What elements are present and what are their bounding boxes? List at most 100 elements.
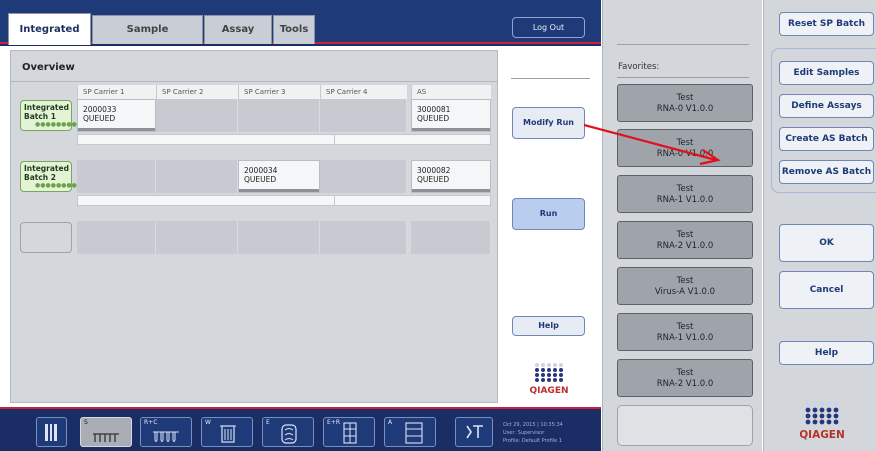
batch-label-line1: Integrated <box>24 164 69 173</box>
as-status: QUEUED <box>417 114 450 123</box>
favorite-line1: Test <box>676 138 694 148</box>
column-header-sp-carrier-3: SP Carrier 3 <box>238 85 320 99</box>
batch-2-as[interactable]: 3000082 QUEUED <box>411 160 491 193</box>
qiagen-logo: QIAGEN <box>529 363 569 396</box>
favorite-item[interactable]: Test Virus-A V1.0.0 <box>617 267 753 305</box>
top-bar: Integrated Run Sample Preparation Assay … <box>0 0 601 67</box>
favorite-line2: Virus-A V1.0.0 <box>654 287 716 297</box>
integrated-run-view: Overview SP Carrier 1 SP Carrier 2 SP Ca… <box>0 46 601 407</box>
divider <box>511 78 590 79</box>
batch-options-panel: Reset SP Batch Edit Samples Define Assay… <box>763 0 876 451</box>
favorite-line1: Test <box>676 368 694 378</box>
favorite-line1: Test <box>676 276 694 286</box>
favorite-line2: RNA-1 V1.0.0 <box>656 333 714 343</box>
as-id: 3000082 <box>417 166 451 175</box>
batch-1-sp-carrier-3[interactable] <box>238 99 320 132</box>
qiagen-wordmark: QIAGEN <box>800 429 845 441</box>
favorite-line2: RNA-0 V1.0.0 <box>656 104 714 114</box>
tab-integrated-run[interactable]: Integrated Run <box>8 13 91 67</box>
progress-bar <box>412 189 490 192</box>
waste-bin-icon[interactable]: W <box>201 417 253 447</box>
favorites-label: Favorites: <box>618 62 660 72</box>
batch-1-as[interactable]: 3000081 QUEUED <box>411 99 491 132</box>
bottom-toolbar: S R+C W E E+R A Oct 29, 2015 | 10:35:34 <box>0 407 601 451</box>
favorite-item[interactable]: Test RNA-1 V1.0.0 <box>617 175 753 213</box>
empty-sp-carrier-2[interactable] <box>156 221 238 254</box>
column-header-as: AS <box>411 85 491 99</box>
favorite-line1: Test <box>676 184 694 194</box>
favorite-item[interactable]: Test RNA-2 V1.0.0 <box>617 221 753 259</box>
batch-label-line2: Batch 2 <box>24 173 56 182</box>
batch-2-sp-carrier-4[interactable] <box>320 160 407 193</box>
empty-sp-carrier-1[interactable] <box>77 221 156 254</box>
favorite-line2: RNA-0 V1.0.0 <box>656 149 714 159</box>
batch-1-sp-carrier-1[interactable]: 2000033 QUEUED <box>77 99 156 132</box>
eluate-reagent-icon[interactable]: E+R <box>323 417 375 447</box>
tab-sample-preparation[interactable]: Sample Preparation <box>92 15 203 63</box>
favorite-item[interactable]: Test RNA-2 V1.0.0 <box>617 359 753 397</box>
modify-run-button[interactable]: Modify Run <box>512 107 585 139</box>
batch-status-dots: ●●●●●●●● <box>35 182 77 189</box>
batch-1-progress-strip <box>77 134 491 145</box>
status-info: Oct 29, 2015 | 10:35:34 User: Supervisor… <box>503 421 563 445</box>
status-profile: Profile: Default Profile 1 <box>503 438 562 444</box>
overview-title: Overview <box>22 62 75 73</box>
tab-tools[interactable]: Tools <box>273 15 315 44</box>
batch-1-label[interactable]: Integrated Batch 1 ●●●●●●●● <box>20 100 77 131</box>
tab-assay-setup[interactable]: Assay Setup <box>204 15 272 63</box>
column-header-sp-carrier-1: SP Carrier 1 <box>77 85 156 99</box>
favorites-panel: Favorites: Test RNA-0 V1.0.0 Test RNA-0 … <box>602 0 762 451</box>
edit-samples-button[interactable]: Edit Samples <box>779 61 874 85</box>
favorite-item[interactable]: Test RNA-0 V1.0.0 <box>617 84 753 122</box>
ok-button[interactable]: OK <box>779 224 874 262</box>
as-status: QUEUED <box>417 175 450 184</box>
progress-bar <box>78 128 155 131</box>
divider <box>11 81 499 82</box>
empty-favorite-slot[interactable] <box>617 405 753 446</box>
batch-1-sp-carrier-2[interactable] <box>156 99 238 132</box>
cancel-button[interactable]: Cancel <box>779 271 874 309</box>
sample-rack-icon[interactable]: S <box>80 417 132 447</box>
run-button[interactable]: Run <box>512 198 585 230</box>
batch-2-progress-strip <box>77 195 491 206</box>
assay-plate-icon[interactable]: A <box>384 417 436 447</box>
eluate-icon[interactable]: E <box>262 417 314 447</box>
help-button[interactable]: Help <box>512 316 585 336</box>
qiagen-wordmark: QIAGEN <box>529 386 568 396</box>
favorite-line2: RNA-1 V1.0.0 <box>656 195 714 205</box>
divider <box>617 77 749 78</box>
carrier-status: QUEUED <box>83 114 116 123</box>
favorite-line2: RNA-2 V1.0.0 <box>656 379 714 389</box>
batch-2-sp-carrier-1[interactable] <box>77 160 156 193</box>
batch-status-dots: ●●●●●●●● <box>35 121 77 128</box>
progress-bar <box>239 189 319 192</box>
empty-batch-slot[interactable] <box>20 222 72 253</box>
define-assays-button[interactable]: Define Assays <box>779 94 874 118</box>
empty-sp-carrier-4[interactable] <box>320 221 407 254</box>
run-actions-column: Modify Run Run Help QIAGEN <box>498 50 601 403</box>
progress-bar <box>412 128 490 131</box>
logout-button[interactable]: Log Out <box>512 17 585 38</box>
favorite-line1: Test <box>676 322 694 332</box>
barcode-scanner-icon[interactable] <box>36 417 67 447</box>
carrier-status: QUEUED <box>244 175 277 184</box>
remove-as-batch-button[interactable]: Remove AS Batch <box>779 160 874 184</box>
batch-label-line2: Batch 1 <box>24 112 56 121</box>
qiagen-logo: QIAGEN <box>800 401 845 441</box>
batch-2-sp-carrier-3[interactable]: 2000034 QUEUED <box>238 160 320 193</box>
batch-1-sp-carrier-4[interactable] <box>320 99 407 132</box>
favorite-item[interactable]: Test RNA-1 V1.0.0 <box>617 313 753 351</box>
help-button[interactable]: Help <box>779 341 874 365</box>
batch-2-label[interactable]: Integrated Batch 2 ●●●●●●●● <box>20 161 77 192</box>
empty-as[interactable] <box>411 221 491 254</box>
empty-sp-carrier-3[interactable] <box>238 221 320 254</box>
batch-2-sp-carrier-2[interactable] <box>156 160 238 193</box>
favorite-item[interactable]: Test RNA-0 V1.0.0 <box>617 129 753 167</box>
carrier-id: 2000034 <box>244 166 278 175</box>
status-datetime: Oct 29, 2015 | 10:35:34 <box>503 422 563 428</box>
overview-panel: Overview SP Carrier 1 SP Carrier 2 SP Ca… <box>10 50 499 403</box>
tools-icon[interactable] <box>455 417 493 447</box>
create-as-batch-button[interactable]: Create AS Batch <box>779 127 874 151</box>
reagent-consumable-icon[interactable]: R+C <box>140 417 192 447</box>
reset-sp-batch-button[interactable]: Reset SP Batch <box>779 12 874 36</box>
